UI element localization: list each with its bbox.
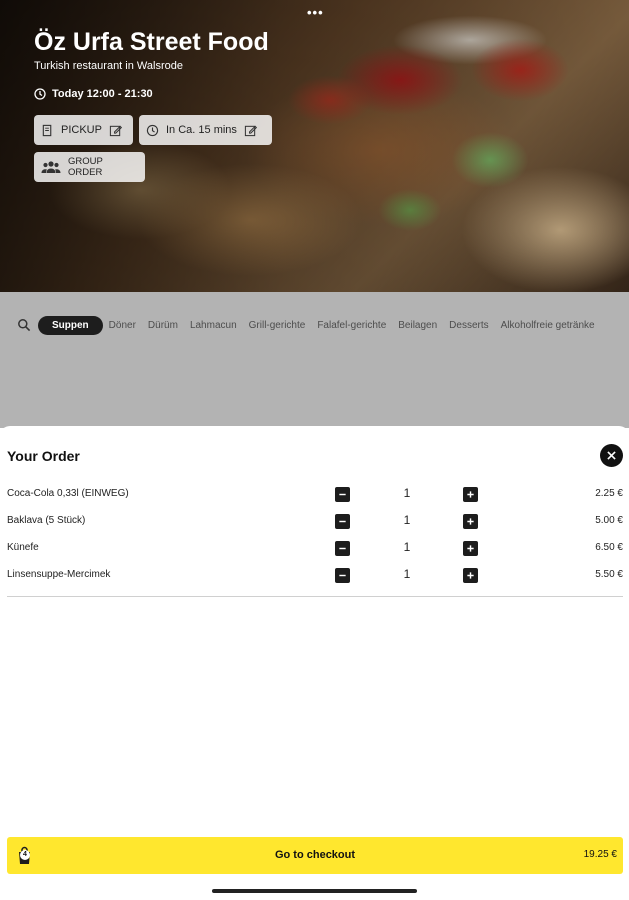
plus-icon <box>467 545 474 552</box>
restaurant-subtitle: Turkish restaurant in Walsrode <box>34 60 183 72</box>
decrease-quantity-button[interactable] <box>335 514 350 529</box>
item-quantity: 1 <box>403 567 411 581</box>
category-tab[interactable]: Döner <box>109 320 136 331</box>
home-indicator[interactable] <box>212 889 417 893</box>
checkout-total: 19.25 € <box>583 849 617 860</box>
order-item-row: Künefe 1 6.50 € <box>0 539 629 566</box>
pickup-time-button[interactable]: In Ca. 15 mins <box>139 115 272 145</box>
category-tab[interactable]: Falafel-gerichte <box>317 320 386 331</box>
item-price: 5.00 € <box>595 515 623 526</box>
item-quantity: 1 <box>403 513 411 527</box>
category-tabs: Suppen Döner Dürüm Lahmacun Grill-gerich… <box>0 315 629 335</box>
increase-quantity-button[interactable] <box>463 487 478 502</box>
decrease-quantity-button[interactable] <box>335 487 350 502</box>
drag-handle-dots[interactable]: ••• <box>307 5 324 20</box>
receipt-icon <box>42 124 52 136</box>
item-name: Linsensuppe-Mercimek <box>7 569 111 580</box>
edit-icon <box>109 125 122 136</box>
opening-hours: Today 12:00 - 21:30 <box>34 88 153 100</box>
pickup-time-label: In Ca. 15 mins <box>166 124 237 136</box>
order-title: Your Order <box>7 448 80 464</box>
group-icon <box>41 161 61 173</box>
category-tab[interactable]: Desserts <box>449 320 488 331</box>
opening-hours-text: Today 12:00 - 21:30 <box>52 88 153 100</box>
order-item-row: Coca-Cola 0,33l (EINWEG) 1 2.25 € <box>0 485 629 512</box>
increase-quantity-button[interactable] <box>463 514 478 529</box>
decrease-quantity-button[interactable] <box>335 568 350 583</box>
item-quantity: 1 <box>403 486 411 500</box>
minus-icon <box>339 493 346 496</box>
item-price: 5.50 € <box>595 569 623 580</box>
category-tab[interactable]: Grill-gerichte <box>249 320 306 331</box>
minus-icon <box>339 547 346 550</box>
order-item-row: Linsensuppe-Mercimek 1 5.50 € <box>0 566 629 593</box>
order-divider <box>7 596 623 597</box>
decrease-quantity-button[interactable] <box>335 541 350 556</box>
edit-icon <box>244 125 257 136</box>
category-tab[interactable]: Alkoholfreie getränke <box>501 320 595 331</box>
order-item-row: Baklava (5 Stück) 1 5.00 € <box>0 512 629 539</box>
increase-quantity-button[interactable] <box>463 568 478 583</box>
plus-icon <box>467 572 474 579</box>
minus-icon <box>339 574 346 577</box>
plus-icon <box>467 518 474 525</box>
item-price: 2.25 € <box>595 488 623 499</box>
item-price: 6.50 € <box>595 542 623 553</box>
item-name: Baklava (5 Stück) <box>7 515 86 526</box>
restaurant-name: Öz Urfa Street Food <box>34 28 269 56</box>
category-tab[interactable]: Lahmacun <box>190 320 237 331</box>
plus-icon <box>467 491 474 498</box>
order-sheet: Your Order Coca-Cola 0,33l (EINWEG) 1 2.… <box>0 426 629 900</box>
order-items-list: Coca-Cola 0,33l (EINWEG) 1 2.25 € Baklav… <box>0 485 629 593</box>
item-name: Künefe <box>7 542 39 553</box>
category-tab-active[interactable]: Suppen <box>38 315 103 335</box>
pickup-button[interactable]: PICKUP <box>34 115 133 145</box>
clock-icon <box>146 124 159 136</box>
category-tab[interactable]: Dürüm <box>148 320 178 331</box>
close-icon <box>607 451 616 460</box>
group-order-label: GROUP ORDER <box>68 156 103 178</box>
category-tab[interactable]: Beilagen <box>398 320 437 331</box>
item-quantity: 1 <box>403 540 411 554</box>
restaurant-hero: ••• Öz Urfa Street Food Turkish restaura… <box>0 0 629 292</box>
pickup-label: PICKUP <box>61 124 102 136</box>
close-button[interactable] <box>600 444 623 467</box>
checkout-label: Go to checkout <box>274 849 356 861</box>
checkout-button[interactable]: 4 Go to checkout 19.25 € <box>7 837 623 874</box>
search-icon[interactable] <box>17 318 31 332</box>
increase-quantity-button[interactable] <box>463 541 478 556</box>
item-name: Coca-Cola 0,33l (EINWEG) <box>7 488 129 499</box>
group-order-button[interactable]: GROUP ORDER <box>34 152 145 182</box>
category-bar-overlay: Suppen Döner Dürüm Lahmacun Grill-gerich… <box>0 292 629 428</box>
clock-icon <box>34 88 46 100</box>
minus-icon <box>339 520 346 523</box>
